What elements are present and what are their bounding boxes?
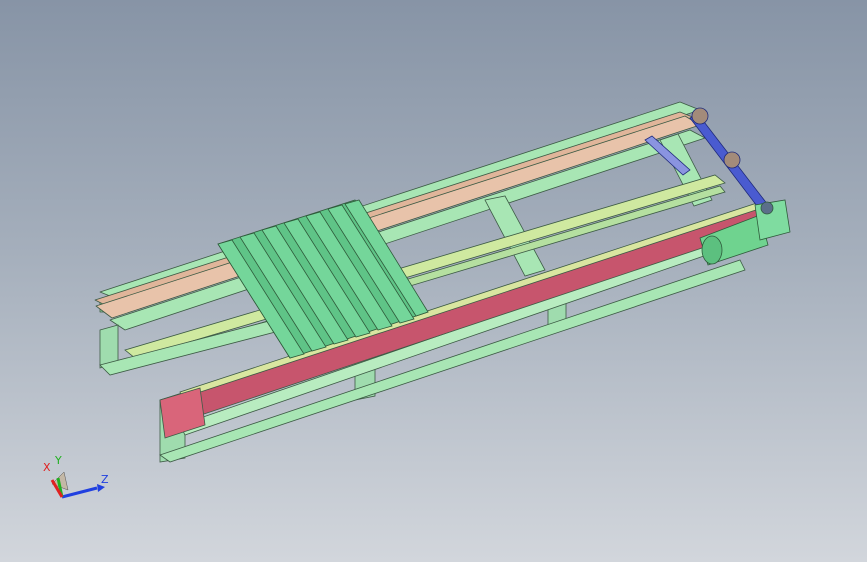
z-axis-label: Z [101,473,109,486]
cad-viewport[interactable]: X Y Z [0,0,867,562]
conveyor-assembly-model[interactable] [0,0,867,562]
y-axis-label: Y [55,454,62,467]
x-axis-label: X [43,461,51,474]
